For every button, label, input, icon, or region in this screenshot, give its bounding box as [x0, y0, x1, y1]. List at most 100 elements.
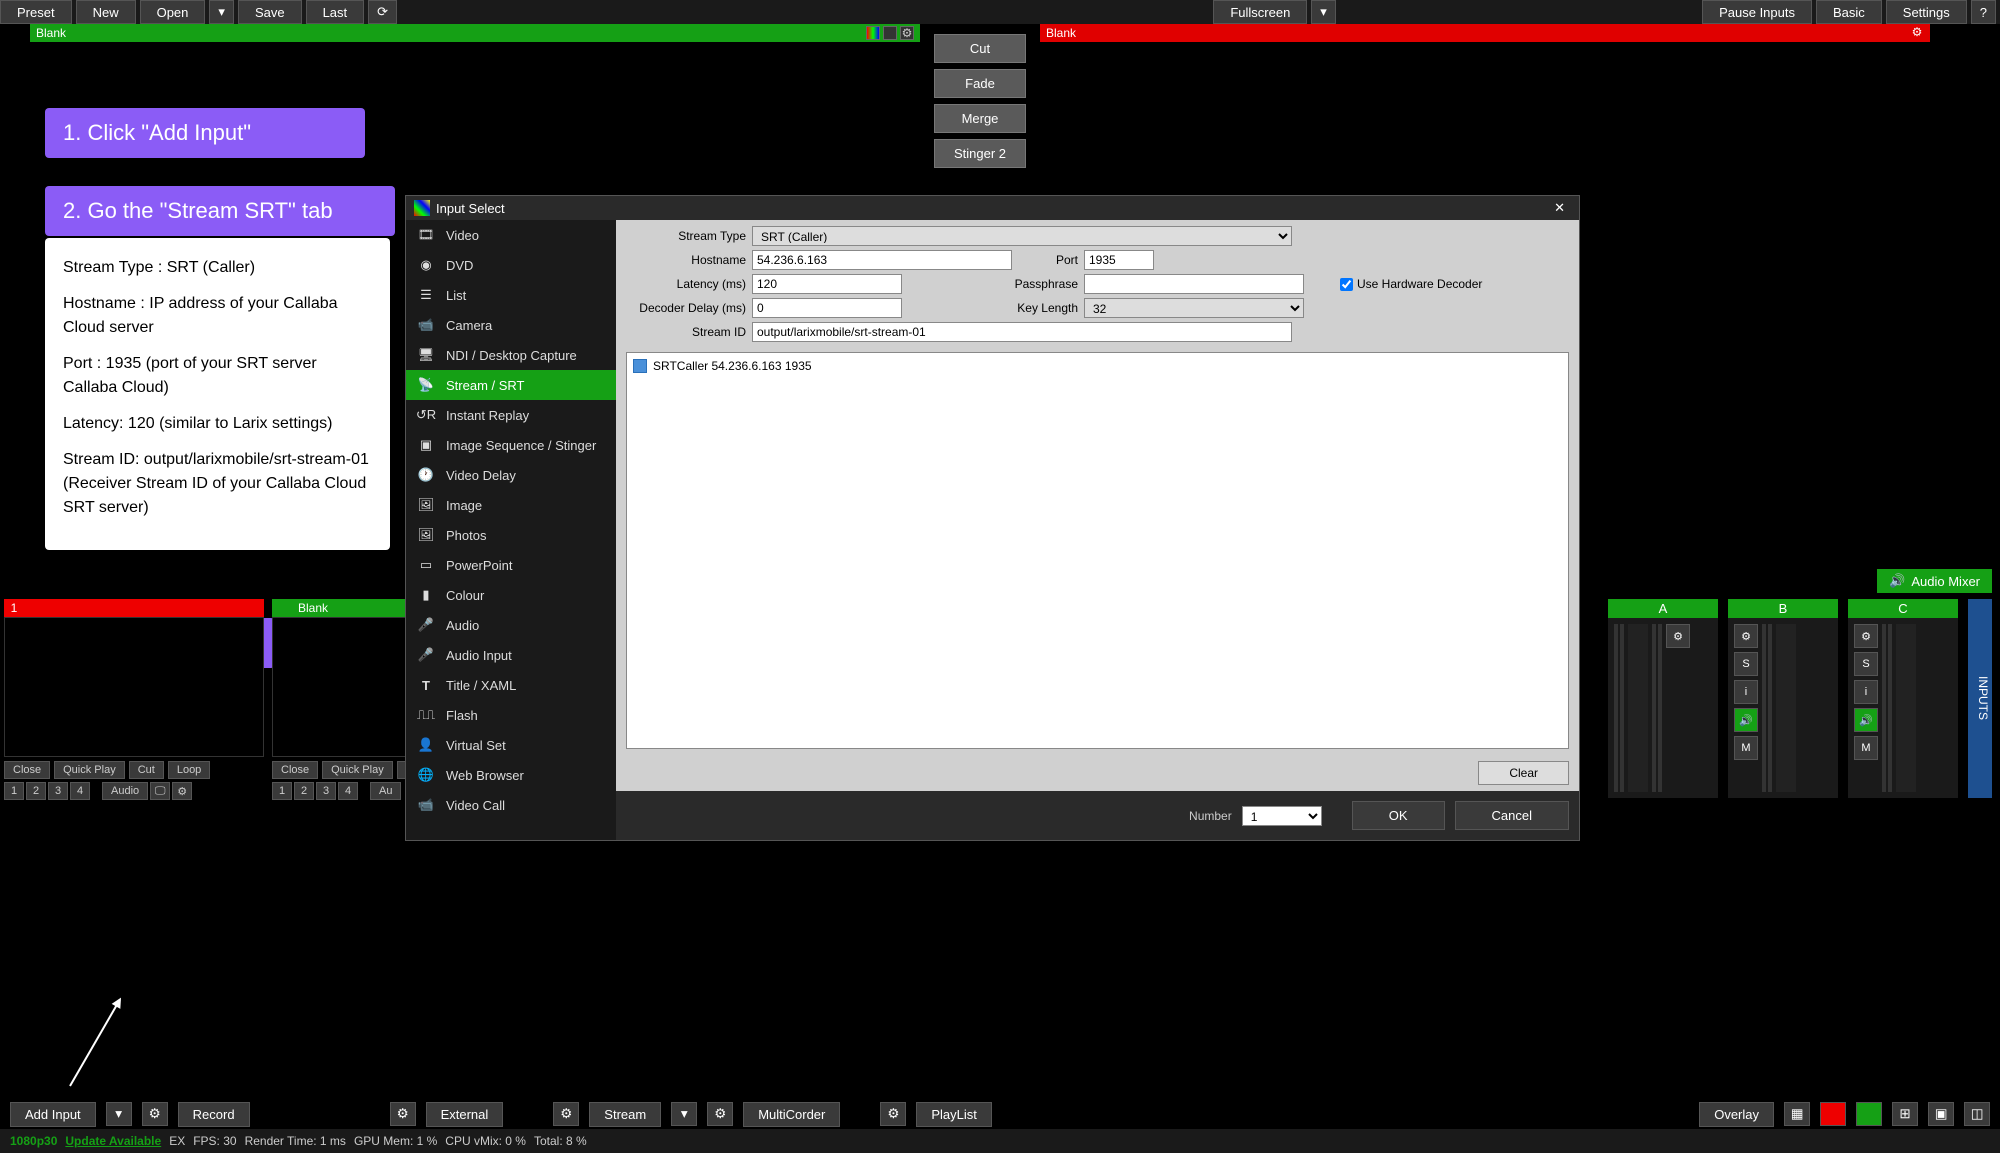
input-1-ov4[interactable]: 4 [70, 782, 90, 800]
mixer-c-i[interactable]: i [1854, 680, 1878, 704]
sidebar-item-camera[interactable]: 📹Camera [406, 310, 616, 340]
preview-gear-icon[interactable]: ⚙ [900, 26, 914, 40]
preview-icon-2[interactable] [883, 26, 897, 40]
close-icon[interactable]: ✕ [1548, 200, 1571, 216]
hw-decoder-check[interactable] [1340, 278, 1353, 291]
sidebar-item-ndi[interactable]: 🖥NDI / Desktop Capture [406, 340, 616, 370]
stinger2-button[interactable]: Stinger 2 [934, 139, 1026, 168]
add-input-dropdown[interactable]: ▾ [106, 1102, 132, 1126]
passphrase-input[interactable] [1084, 274, 1304, 294]
input-1-cut[interactable]: Cut [129, 761, 164, 779]
stream-button[interactable]: Stream [589, 1102, 661, 1127]
mixer-b-m[interactable]: M [1734, 736, 1758, 760]
merge-button[interactable]: Merge [934, 104, 1026, 133]
new-button[interactable]: New [76, 0, 136, 24]
fullscreen-dropdown[interactable]: ▾ [1311, 0, 1336, 24]
multicorder-button[interactable]: MultiCorder [743, 1102, 840, 1127]
input-1-ov1[interactable]: 1 [4, 782, 24, 800]
last-button[interactable]: Last [306, 0, 365, 24]
sidebar-item-browser[interactable]: 🌐Web Browser [406, 760, 616, 790]
input-2-ov1[interactable]: 1 [272, 782, 292, 800]
hw-decoder-checkbox[interactable]: Use Hardware Decoder [1340, 277, 1482, 291]
sidebar-item-replay[interactable]: ↺RInstant Replay [406, 400, 616, 430]
mixer-b-slider[interactable] [1776, 624, 1796, 792]
external-button[interactable]: External [426, 1102, 504, 1127]
layout-icon-1[interactable]: ▦ [1784, 1102, 1810, 1126]
external-gear-icon[interactable]: ⚙ [390, 1102, 416, 1126]
mixer-b-s[interactable]: S [1734, 652, 1758, 676]
save-button[interactable]: Save [238, 0, 302, 24]
inputs-tab[interactable]: INPUTS [1968, 599, 1992, 798]
mixer-c-s[interactable]: S [1854, 652, 1878, 676]
input-1-close[interactable]: Close [4, 761, 50, 779]
latency-input[interactable] [752, 274, 902, 294]
ok-button[interactable]: OK [1352, 801, 1445, 830]
sidebar-item-flash[interactable]: ⎍⎍Flash [406, 700, 616, 730]
mixer-b-speaker-icon[interactable]: 🔊 [1734, 708, 1758, 732]
colorbar-icon[interactable] [866, 26, 880, 40]
playlist-gear-icon[interactable]: ⚙ [880, 1102, 906, 1126]
stream-id-input[interactable] [752, 322, 1292, 342]
sidebar-item-video[interactable]: 🎞Video [406, 220, 616, 250]
input-2-close[interactable]: Close [272, 761, 318, 779]
fullscreen-button[interactable]: Fullscreen [1213, 0, 1307, 24]
stream-list[interactable]: SRTCaller 54.236.6.163 1935 [626, 352, 1569, 749]
input-1-screen-icon[interactable]: 🖵 [150, 782, 170, 800]
sidebar-item-colour[interactable]: ▮Colour [406, 580, 616, 610]
multicorder-gear-icon[interactable]: ⚙ [707, 1102, 733, 1126]
mixer-b-gear-icon[interactable]: ⚙ [1734, 624, 1758, 648]
sidebar-item-stream[interactable]: 📡Stream / SRT [406, 370, 616, 400]
sidebar-item-dvd[interactable]: ◉DVD [406, 250, 616, 280]
input-1-ov3[interactable]: 3 [48, 782, 68, 800]
cut-button[interactable]: Cut [934, 34, 1026, 63]
mixer-a-gear-icon[interactable]: ⚙ [1666, 624, 1690, 648]
input-1-gear-icon[interactable]: ⚙ [172, 782, 192, 800]
sidebar-item-virtualset[interactable]: 👤Virtual Set [406, 730, 616, 760]
fade-button[interactable]: Fade [934, 69, 1026, 98]
clear-button[interactable]: Clear [1478, 761, 1569, 785]
mixer-c-speaker-icon[interactable]: 🔊 [1854, 708, 1878, 732]
layout-icon-green[interactable] [1856, 1102, 1882, 1126]
input-2-audio[interactable]: Au [370, 782, 401, 800]
layout-icon-5[interactable]: ◫ [1964, 1102, 1990, 1126]
open-button[interactable]: Open [140, 0, 206, 24]
input-1-loop[interactable]: Loop [168, 761, 210, 779]
basic-button[interactable]: Basic [1816, 0, 1882, 24]
mixer-b-i[interactable]: i [1734, 680, 1758, 704]
sidebar-item-photos[interactable]: 🖼Photos [406, 520, 616, 550]
layout-icon-4[interactable]: ▣ [1928, 1102, 1954, 1126]
sidebar-item-audioinput[interactable]: 🎤Audio Input [406, 640, 616, 670]
preset-button[interactable]: Preset [0, 0, 72, 24]
settings-button[interactable]: Settings [1886, 0, 1967, 24]
mixer-c-m[interactable]: M [1854, 736, 1878, 760]
layout-icon-red[interactable] [1820, 1102, 1846, 1126]
pause-inputs-button[interactable]: Pause Inputs [1702, 0, 1812, 24]
stream-dropdown[interactable]: ▾ [671, 1102, 697, 1126]
help-button[interactable]: ? [1971, 0, 1996, 24]
input-2-ov3[interactable]: 3 [316, 782, 336, 800]
record-button[interactable]: Record [178, 1102, 250, 1127]
sidebar-item-list[interactable]: ☰List [406, 280, 616, 310]
input-1-quickplay[interactable]: Quick Play [54, 761, 125, 779]
hostname-input[interactable] [752, 250, 1012, 270]
sidebar-item-imgseq[interactable]: ▣Image Sequence / Stinger [406, 430, 616, 460]
layout-icon-grid[interactable]: ⊞ [1892, 1102, 1918, 1126]
cancel-button[interactable]: Cancel [1455, 801, 1569, 830]
sidebar-item-title[interactable]: TTitle / XAML [406, 670, 616, 700]
mixer-c-slider[interactable] [1896, 624, 1916, 792]
open-dropdown[interactable]: ▾ [209, 0, 234, 24]
mixer-c-gear-icon[interactable]: ⚙ [1854, 624, 1878, 648]
overlay-button[interactable]: Overlay [1699, 1102, 1774, 1127]
add-input-button[interactable]: Add Input [10, 1102, 96, 1127]
input-1-preview[interactable] [4, 617, 264, 757]
program-gear-icon[interactable]: ⚙ [1910, 26, 1924, 40]
record-gear-icon[interactable]: ⚙ [142, 1102, 168, 1126]
playlist-button[interactable]: PlayList [916, 1102, 992, 1127]
sidebar-item-videocall[interactable]: 📹Video Call [406, 790, 616, 820]
stream-type-select[interactable]: SRT (Caller) [752, 226, 1292, 246]
input-2-ov2[interactable]: 2 [294, 782, 314, 800]
list-item-srtcaller[interactable]: SRTCaller 54.236.6.163 1935 [631, 357, 1564, 375]
input-1-audio[interactable]: Audio [102, 782, 148, 800]
input-2-quickplay[interactable]: Quick Play [322, 761, 393, 779]
stream-gear-icon[interactable]: ⚙ [553, 1102, 579, 1126]
